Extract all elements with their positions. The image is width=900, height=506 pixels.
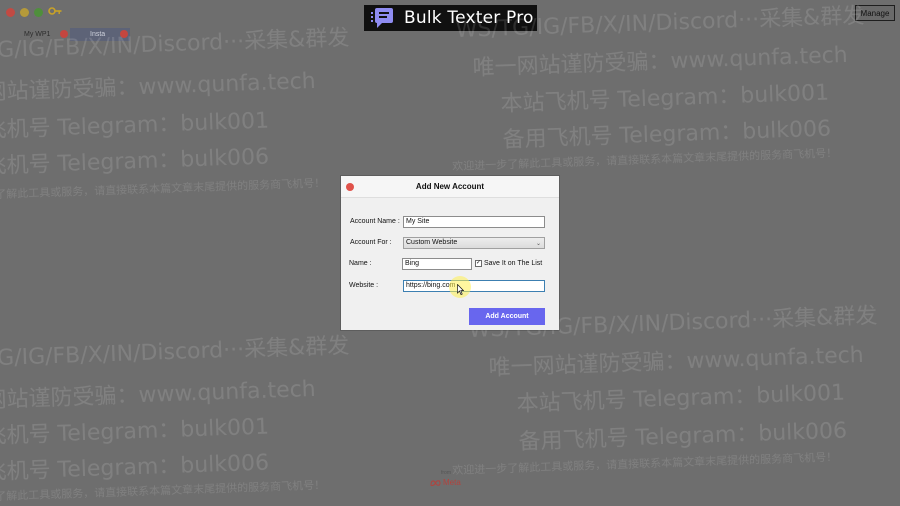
save-on-list-label: Save It on The List	[484, 260, 543, 267]
window-close-icon[interactable]	[6, 8, 15, 17]
website-label: Website :	[349, 282, 379, 289]
account-name-label: Account Name :	[350, 218, 400, 225]
account-for-select[interactable]: Custom Website ⌄	[403, 237, 545, 249]
dialog-header: Add New Account	[341, 176, 559, 198]
footer-meta-brand: Meta	[430, 478, 461, 487]
add-account-dialog: Add New Account Account Name : My Site A…	[341, 176, 559, 330]
name-label: Name :	[349, 260, 372, 267]
meta-icon	[430, 479, 441, 486]
account-name-input[interactable]: My Site	[403, 216, 545, 228]
name-input[interactable]: Bing	[402, 258, 472, 270]
footer-from-label: from	[441, 470, 451, 476]
account-for-selected: Custom Website	[406, 239, 458, 246]
account-for-label: Account For :	[350, 239, 392, 246]
key-icon[interactable]	[48, 5, 62, 17]
cursor-icon	[457, 284, 464, 295]
add-account-button[interactable]: Add Account	[469, 308, 545, 325]
window-zoom-icon[interactable]	[34, 8, 43, 17]
window-minimize-icon[interactable]	[20, 8, 29, 17]
chat-logo-icon	[371, 8, 393, 28]
checkbox-icon[interactable]: ✓	[475, 260, 482, 267]
website-input[interactable]: https://bing.com	[403, 280, 545, 292]
chevron-down-icon: ⌄	[535, 241, 541, 247]
meta-label: Meta	[443, 478, 461, 487]
dialog-title: Add New Account	[415, 182, 485, 191]
